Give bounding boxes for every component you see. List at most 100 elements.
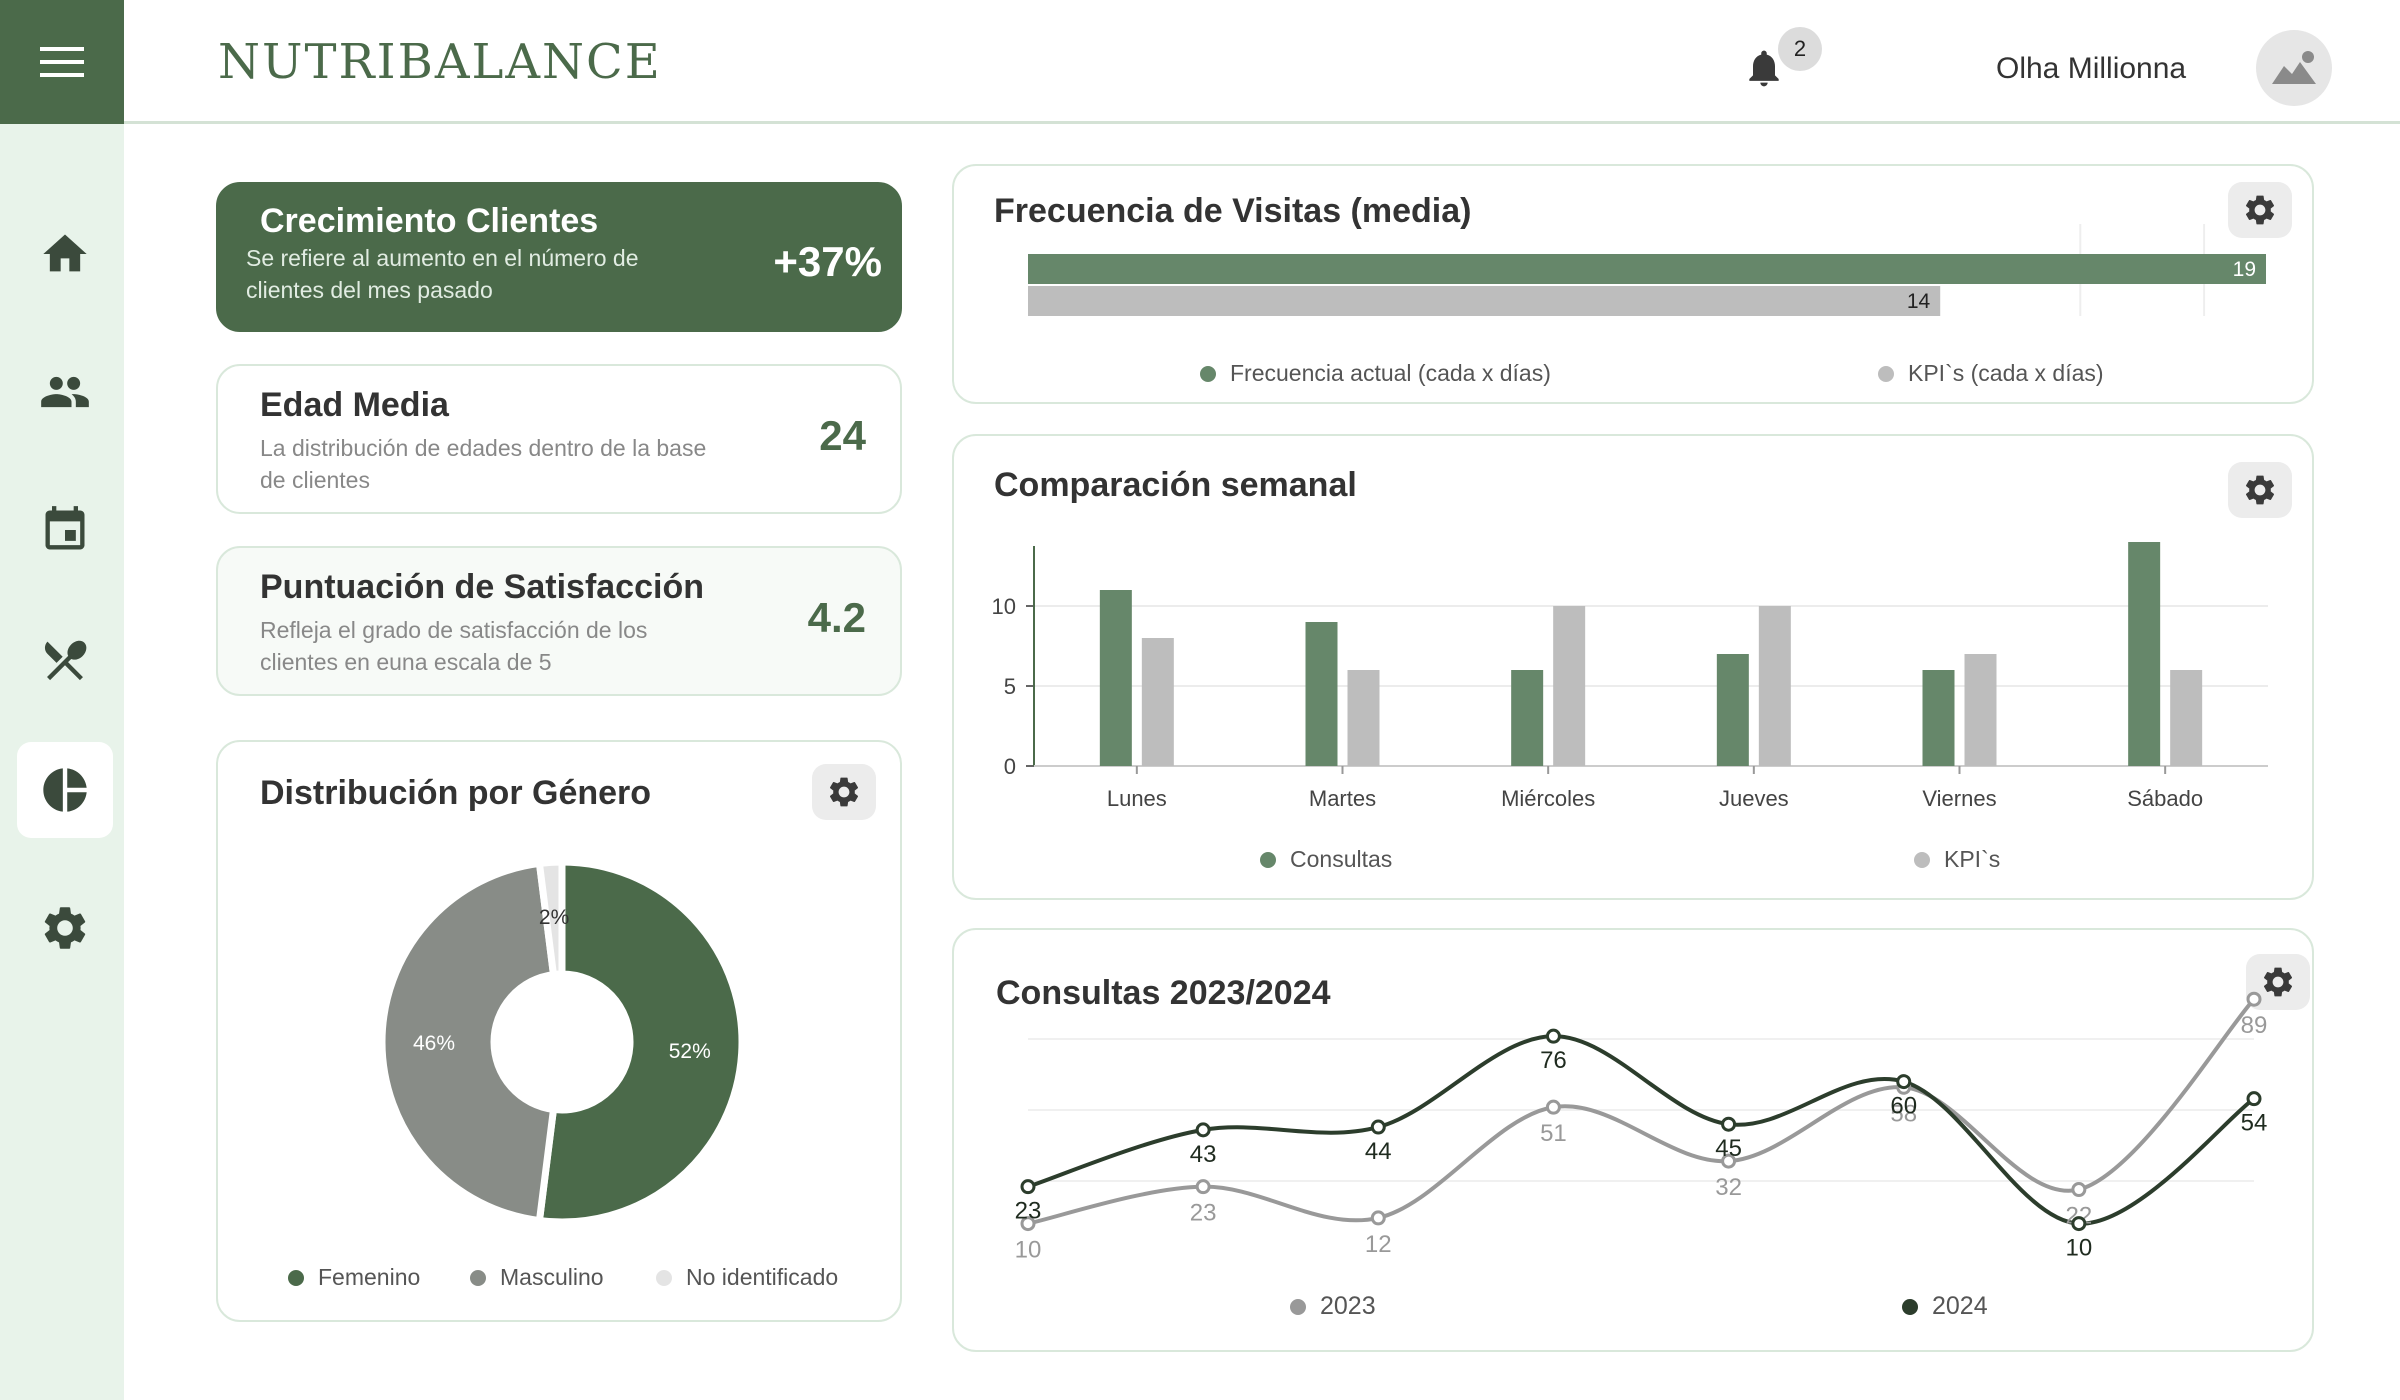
image-placeholder-icon xyxy=(2272,51,2316,84)
kpi-value: 4.2 xyxy=(807,594,866,641)
y-tick-label: 5 xyxy=(1004,674,1016,699)
kpi-card-satisfaction: Puntuación de Satisfacción Refleja el gr… xyxy=(216,546,902,696)
sidebar-item-statistics[interactable] xyxy=(17,742,113,838)
avatar[interactable] xyxy=(2256,30,2332,106)
legend-2023: 2023 xyxy=(1290,1292,1376,1321)
consultations-yearly-card: Consultas 2023/2024 10 23 12 51 32 58 22 89 23 43… xyxy=(952,928,2314,1352)
kpi-card-client-growth: Crecimiento Clientes Se refiere al aumen… xyxy=(216,182,902,332)
consultations-line-chart: 10231251325822892343 447645601054 xyxy=(1015,991,2268,1264)
line-value-label: 23 xyxy=(1015,1198,1042,1225)
hamburger-icon xyxy=(40,47,84,77)
x-tick-label: Jueves xyxy=(1719,786,1789,811)
line-point-2024 xyxy=(1896,1074,1912,1090)
sidebar-item-nutrition[interactable] xyxy=(17,612,113,708)
bar-consultas-martes xyxy=(1305,622,1338,766)
bar-value-label: 19 xyxy=(2233,258,2256,281)
line-point-2023 xyxy=(1545,1099,1561,1115)
legend-frecuencia-actual: Frecuencia actual (cada x días) xyxy=(1200,360,1551,387)
kpi-value: +37% xyxy=(773,238,882,285)
line-point-2023 xyxy=(1370,1210,1386,1226)
sidebar-item-settings[interactable] xyxy=(17,880,113,976)
kpi-title: Crecimiento Clientes xyxy=(260,202,599,240)
app-root: NUTRIBALANCE 2 Olha Millionna Crecimient… xyxy=(0,0,2400,1400)
legend-dot xyxy=(656,1269,672,1286)
menu-button[interactable] xyxy=(0,0,124,124)
bar-consultas-viernes xyxy=(1922,670,1955,766)
line-point-2023 xyxy=(2246,991,2262,1007)
bar-frecuencia-actual xyxy=(1028,254,2266,284)
legend-dot xyxy=(288,1269,304,1286)
line-value-label: 12 xyxy=(1365,1231,1392,1258)
legend-kpi-frecuencia: KPI`s (cada x días) xyxy=(1878,360,2104,387)
line-value-label: 60 xyxy=(1890,1093,1917,1120)
line-point-2023 xyxy=(2071,1182,2087,1198)
legend-kpis: KPI`s xyxy=(1914,846,2000,873)
x-tick-label: Sábado xyxy=(2127,786,2203,811)
user-name[interactable]: Olha Millionna xyxy=(1996,52,2186,86)
pie-value-label: 52% xyxy=(669,1040,711,1063)
line-point-2024 xyxy=(1020,1179,1036,1195)
visit-frequency-card: Frecuencia de Visitas (media) 19 14 Frecu… xyxy=(952,164,2314,404)
legend-2024: 2024 xyxy=(1902,1292,1988,1321)
kpi-title: Edad Media xyxy=(260,386,449,424)
sidebar xyxy=(0,0,124,1400)
legend-label: No identificado xyxy=(686,1264,839,1290)
legend-masculino: Masculino xyxy=(470,1264,604,1291)
notification-badge: 2 xyxy=(1778,27,1822,71)
pie-slice-masculino xyxy=(378,859,558,1225)
line-value-label: 51 xyxy=(1540,1120,1567,1147)
line-value-label: 54 xyxy=(2241,1110,2268,1137)
legend-dot xyxy=(1200,365,1216,382)
bar-consultas-sábado xyxy=(2128,542,2161,766)
x-tick-label: Miércoles xyxy=(1501,786,1595,811)
legend-dot xyxy=(1902,1298,1918,1315)
bar-consultas-lunes xyxy=(1099,590,1132,766)
utensils-icon xyxy=(44,640,87,681)
bar-kpi-lunes xyxy=(1141,638,1174,766)
brand-logo: NUTRIBALANCE xyxy=(218,34,662,90)
x-tick-label: Lunes xyxy=(1107,786,1167,811)
bar-kpi-martes xyxy=(1347,670,1380,766)
pie-chart-icon xyxy=(43,768,87,812)
bar-kpi-miércoles xyxy=(1553,606,1586,766)
line-value-label: 45 xyxy=(1715,1135,1742,1162)
legend-dot xyxy=(1914,851,1930,868)
pie-slice-femenino xyxy=(535,858,746,1226)
pie-value-label: 46% xyxy=(413,1032,455,1055)
legend-label: Femenino xyxy=(318,1264,421,1290)
legend-femenino: Femenino xyxy=(288,1264,420,1291)
line-point-2024 xyxy=(2071,1216,2087,1232)
gear-icon xyxy=(44,907,86,949)
line-value-label: 23 xyxy=(1190,1200,1217,1227)
bar-kpi-viernes xyxy=(1964,654,1997,766)
legend-label: Consultas xyxy=(1290,846,1393,872)
sidebar-item-clients[interactable] xyxy=(17,344,113,440)
kpi-description: Se refiere al aumento en el número de cl… xyxy=(246,245,639,303)
kpi-value: 24 xyxy=(819,412,866,459)
kpi-title: Puntuación de Satisfacción xyxy=(260,568,704,606)
legend-label: KPI`s xyxy=(1944,846,2001,872)
legend-dot xyxy=(1260,851,1276,868)
bar-kpi-sábado xyxy=(2170,670,2203,766)
kpi-card-average-age: Edad Media La distribución de edades den… xyxy=(216,364,902,514)
sidebar-item-home[interactable] xyxy=(17,206,113,302)
legend-dot xyxy=(1878,365,1894,382)
gender-distribution-card: Distribución por Género 52% 46% 2% Femenin… xyxy=(216,740,902,1322)
line-point-2024 xyxy=(1545,1028,1561,1044)
y-tick-label: 10 xyxy=(992,594,1016,619)
gender-pie-chart: 52% 46% 2% xyxy=(378,858,746,1226)
legend-label: 2024 xyxy=(1932,1292,1988,1320)
y-tick-label: 0 xyxy=(1004,754,1016,779)
sidebar-item-calendar[interactable] xyxy=(17,482,113,578)
bar-kpi xyxy=(1028,286,1941,316)
legend-dot xyxy=(1290,1298,1306,1315)
legend-label: Frecuencia actual (cada x días) xyxy=(1230,360,1551,386)
line-value-label: 44 xyxy=(1365,1138,1392,1165)
calendar-icon xyxy=(45,506,85,550)
line-point-2024 xyxy=(2246,1091,2262,1107)
line-point-2024 xyxy=(1195,1122,1211,1138)
users-icon xyxy=(41,376,89,408)
legend-label: KPI`s (cada x días) xyxy=(1908,360,2104,386)
line-value-label: 32 xyxy=(1715,1174,1742,1201)
x-tick-label: Viernes xyxy=(1922,786,1996,811)
